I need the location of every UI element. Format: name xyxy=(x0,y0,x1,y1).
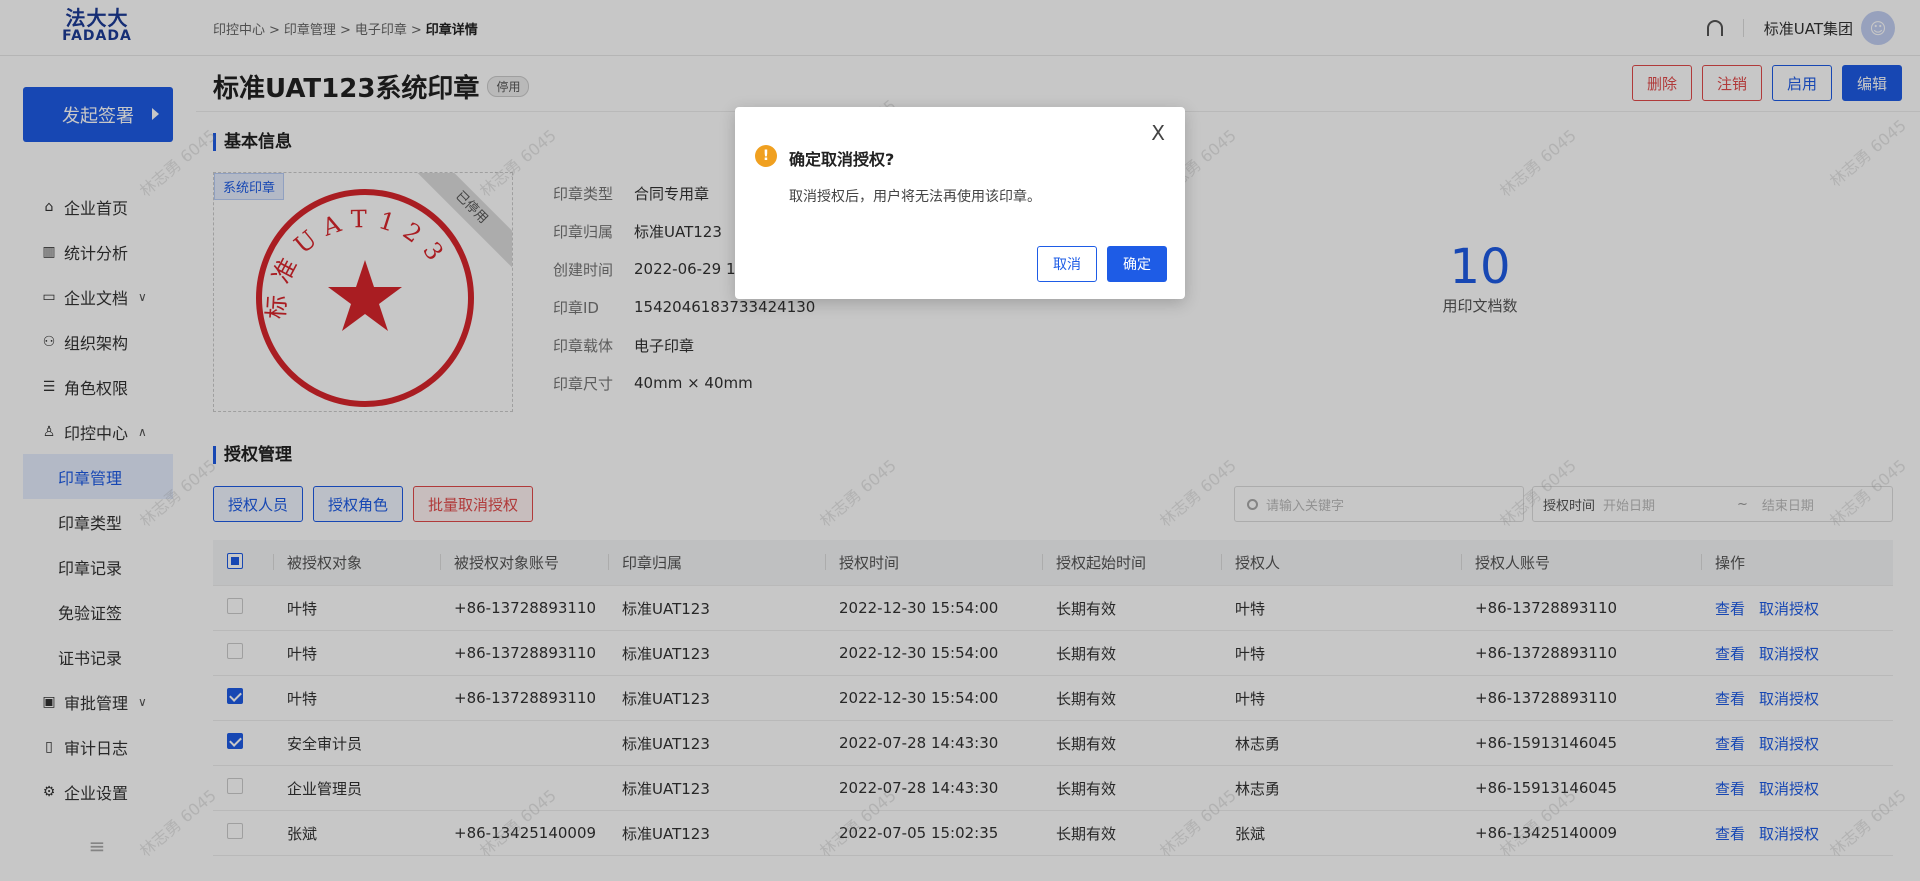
close-icon[interactable]: X xyxy=(1151,123,1165,143)
dialog-message: 取消授权后，用户将无法再使用该印章。 xyxy=(789,189,1041,205)
confirm-dialog: X ! 确定取消授权? 取消授权后，用户将无法再使用该印章。 取消 确定 xyxy=(735,107,1185,299)
dialog-confirm-button[interactable]: 确定 xyxy=(1107,246,1167,282)
modal-overlay[interactable]: X ! 确定取消授权? 取消授权后，用户将无法再使用该印章。 取消 确定 xyxy=(0,0,1920,881)
dialog-cancel-button[interactable]: 取消 xyxy=(1037,246,1097,282)
warning-icon: ! xyxy=(755,145,777,167)
dialog-title: 确定取消授权? xyxy=(789,150,895,169)
